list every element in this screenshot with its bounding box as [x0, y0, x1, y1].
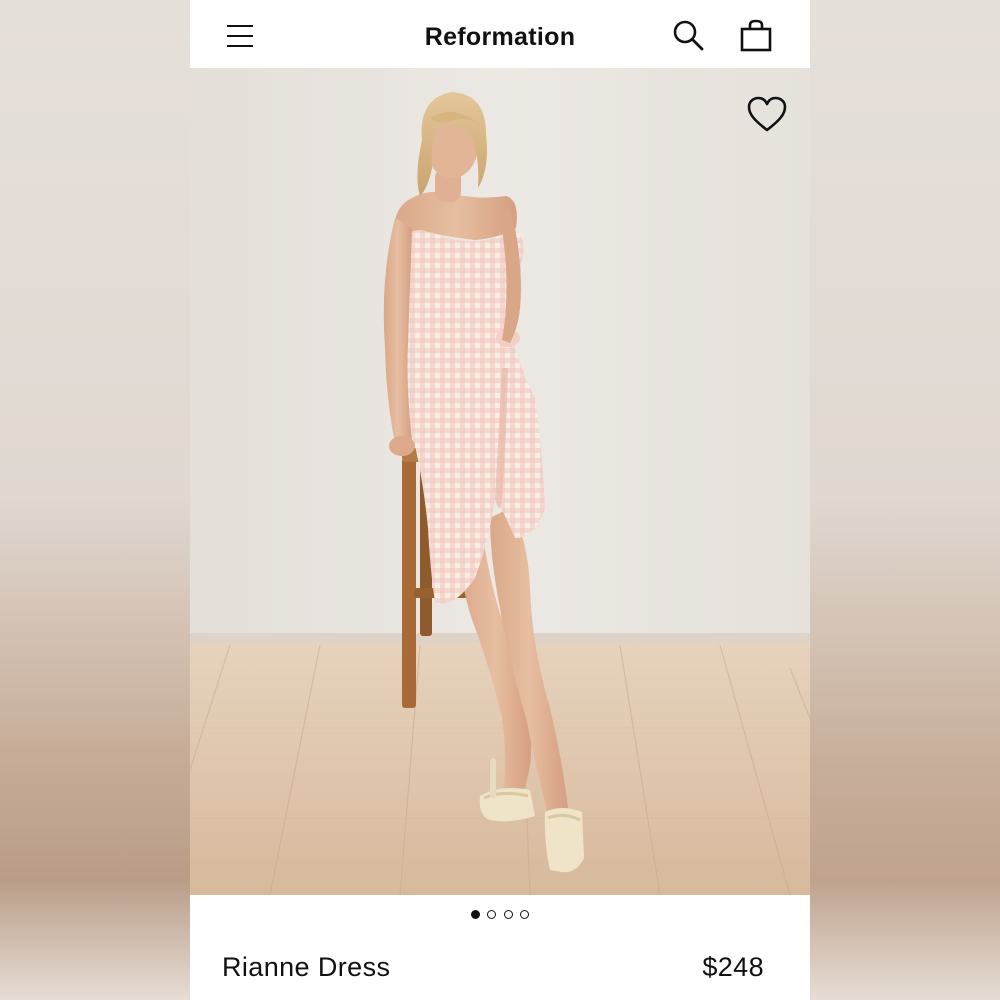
heart-outline-icon[interactable] — [746, 96, 788, 134]
product-image[interactable] — [190, 68, 810, 895]
carousel-dot-2[interactable] — [487, 910, 497, 920]
image-carousel-indicator — [190, 906, 810, 922]
product-name: Rianne Dress — [222, 952, 391, 982]
brand-title[interactable]: Reformation — [425, 23, 576, 51]
background-right — [810, 0, 1000, 1000]
hamburger-menu-icon[interactable] — [224, 22, 256, 50]
product-page: Reformation Rianne Dress $248 — [190, 0, 810, 1000]
shopping-bag-icon[interactable] — [738, 18, 774, 54]
product-price: $248 — [702, 952, 764, 982]
search-icon[interactable] — [670, 18, 706, 54]
product-photo — [190, 68, 810, 895]
carousel-dot-3[interactable] — [503, 910, 513, 920]
brand-logo: Reformation — [190, 22, 810, 52]
carousel-dot-1[interactable] — [470, 910, 480, 920]
top-navigation-bar: Reformation — [190, 0, 810, 68]
carousel-dot-4[interactable] — [520, 910, 530, 920]
background-left — [0, 0, 190, 1000]
